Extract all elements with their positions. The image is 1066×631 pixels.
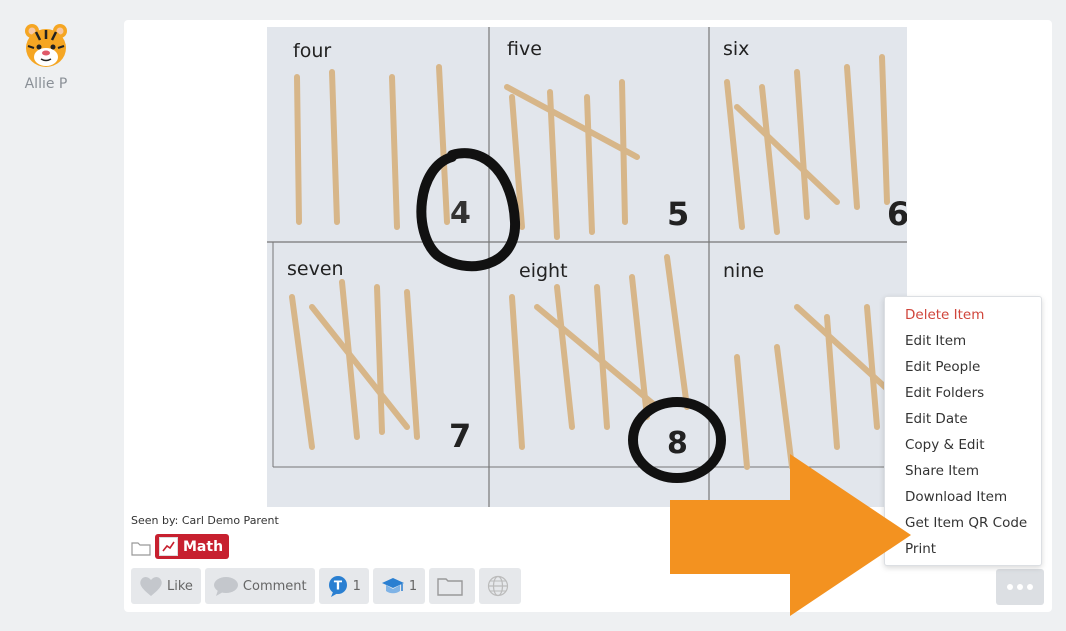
menu-edit-people[interactable]: Edit People [885, 355, 1041, 381]
photo-digit-6: 6 [887, 195, 907, 233]
teacher-badge-icon: T [328, 576, 347, 597]
dot-icon [1027, 584, 1033, 590]
tiger-face-icon [22, 22, 70, 70]
post-photo[interactable]: four five six seven eight nine 4 5 6 7 8 [267, 27, 907, 507]
folder-icon[interactable] [131, 540, 151, 560]
photo-label-five: five [507, 38, 542, 60]
photo-label-six: six [723, 38, 749, 60]
visibility-button[interactable] [479, 568, 522, 604]
photo-label-eight: eight [519, 260, 568, 282]
comment-icon [213, 577, 238, 596]
student-count: 1 [408, 578, 418, 594]
chart-trend-icon [159, 537, 178, 556]
heart-icon [140, 577, 162, 596]
seen-by: Seen by: Carl Demo Parent [131, 514, 279, 527]
more-options-button[interactable] [996, 569, 1044, 605]
photo-label-nine: nine [723, 260, 764, 282]
photo-digit-5: 5 [667, 195, 689, 233]
menu-edit-date[interactable]: Edit Date [885, 407, 1041, 433]
menu-edit-item[interactable]: Edit Item [885, 329, 1041, 355]
menu-delete-item[interactable]: Delete Item [885, 303, 1041, 329]
author[interactable]: Allie P [14, 22, 78, 92]
folder-button[interactable] [429, 568, 476, 604]
comment-button[interactable]: Comment [204, 568, 315, 604]
folder-icon [437, 578, 463, 596]
photo-label-seven: seven [287, 258, 344, 280]
teacher-badge-letter: T [334, 579, 343, 593]
post-actions: Like Comment T 1 1 [131, 568, 522, 604]
dot-icon [1017, 584, 1023, 590]
globe-icon [488, 575, 509, 597]
teacher-count: 1 [352, 578, 361, 594]
like-button[interactable]: Like [131, 568, 201, 604]
teacher-seen-button[interactable]: T 1 [318, 568, 369, 604]
author-name[interactable]: Allie P [14, 76, 78, 92]
student-seen-button[interactable]: 1 [372, 568, 426, 604]
tag-label: Math [183, 538, 224, 555]
menu-edit-folders[interactable]: Edit Folders [885, 381, 1041, 407]
photo-digit-7: 7 [449, 417, 471, 455]
photo-label-four: four [293, 40, 331, 62]
dot-icon [1007, 584, 1013, 590]
pointer-arrow-icon [668, 454, 913, 620]
tag-math[interactable]: Math [155, 534, 230, 559]
like-label: Like [167, 578, 193, 594]
graduation-cap-icon [381, 578, 404, 594]
comment-label: Comment [242, 578, 307, 594]
photo-digit-4: 4 [450, 196, 471, 231]
